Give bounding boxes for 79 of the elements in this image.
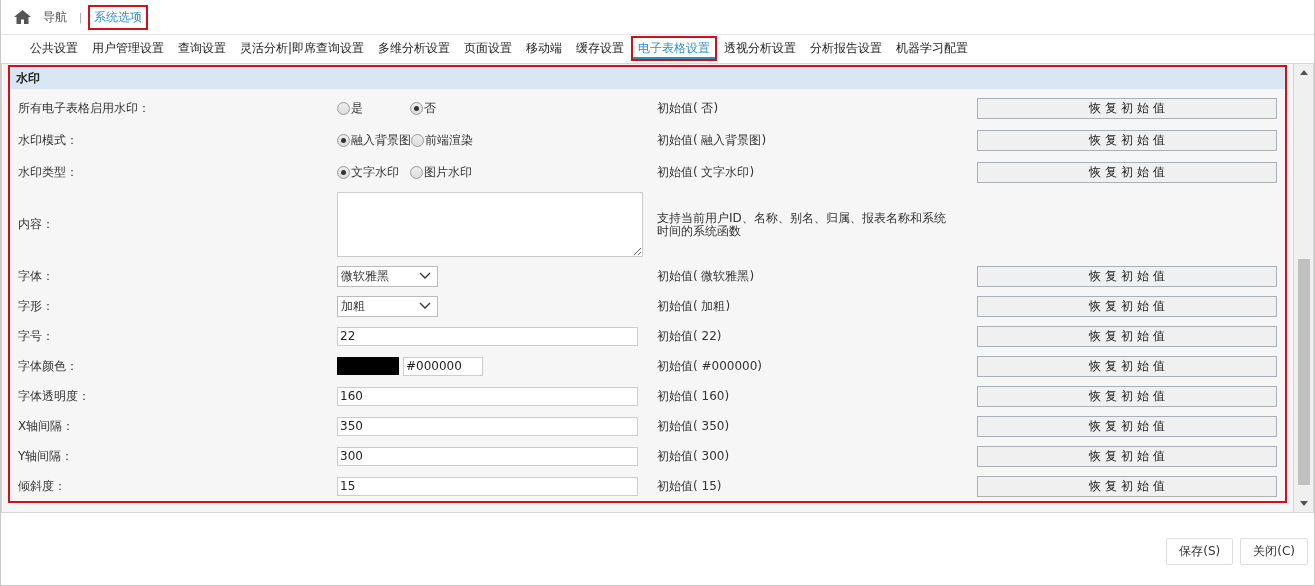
initial-value: 初始值( 文字水印): [656, 163, 756, 181]
restore-default-button[interactable]: 恢 复 初 始 值: [977, 415, 1277, 437]
radio-button[interactable]: [337, 133, 350, 147]
input-field[interactable]: 300: [337, 446, 638, 466]
option-label[interactable]: 前端渲染: [425, 131, 473, 149]
field-label: 字号：: [18, 327, 55, 345]
breadcrumb-separator: |: [79, 11, 83, 23]
restore-default-button[interactable]: 恢 复 初 始 值: [977, 355, 1277, 377]
field-label: 水印类型：: [18, 163, 79, 181]
color-input[interactable]: #000000: [403, 356, 483, 376]
initial-value: 初始值( 350): [656, 417, 731, 435]
field-label: Y轴间隔：: [18, 447, 75, 465]
settings-tab[interactable]: 透视分析设置: [717, 35, 804, 61]
option-label[interactable]: 图片水印: [424, 163, 472, 181]
initial-value: 初始值( #000000): [656, 357, 764, 375]
restore-default-button[interactable]: 恢 复 初 始 值: [977, 265, 1277, 287]
restore-default-button[interactable]: 恢 复 初 始 值: [977, 161, 1277, 183]
option-label[interactable]: 融入背景图: [351, 131, 411, 149]
settings-tab[interactable]: 查询设置: [171, 35, 233, 61]
chevron-down-icon: [419, 302, 431, 310]
settings-tab[interactable]: 移动端: [519, 35, 570, 61]
input-field[interactable]: 15: [337, 476, 638, 496]
initial-value: 初始值( 否): [656, 99, 720, 117]
option-label[interactable]: 文字水印: [351, 163, 399, 181]
restore-default-button[interactable]: 恢 复 初 始 值: [977, 129, 1277, 151]
radio-button[interactable]: [410, 101, 423, 115]
select-field[interactable]: 微软雅黑: [337, 265, 438, 287]
initial-value: 初始值( 融入背景图): [656, 131, 768, 149]
field-label: 字形：: [18, 297, 55, 315]
settings-tab[interactable]: 灵活分析|即席查询设置: [233, 35, 372, 61]
initial-value: 初始值( 加粗): [656, 297, 732, 315]
initial-value: 初始值( 22): [656, 327, 723, 345]
breadcrumb-link[interactable]: 导航: [37, 4, 73, 30]
radio-button[interactable]: [411, 133, 424, 147]
select-field[interactable]: 加粗: [337, 295, 438, 317]
field-label: 内容：: [18, 216, 55, 233]
option-label[interactable]: 否: [424, 99, 436, 117]
field-label: X轴间隔：: [18, 417, 76, 435]
initial-value: 初始值( 微软雅黑): [656, 267, 756, 285]
initial-value: 初始值( 160): [656, 387, 731, 405]
radio-button[interactable]: [410, 165, 423, 179]
field-label: 倾斜度：: [18, 477, 67, 495]
help-text: 支持当前用户ID、名称、别名、归属、报表名称和系统时间的系统函数: [656, 211, 947, 238]
settings-tab[interactable]: 电子表格设置: [631, 35, 718, 61]
settings-tab[interactable]: 缓存设置: [569, 35, 632, 61]
restore-default-button[interactable]: 恢 复 初 始 值: [977, 475, 1277, 497]
settings-tab[interactable]: 多维分析设置: [371, 35, 458, 61]
color-swatch[interactable]: [337, 357, 399, 375]
section-header: 水印: [10, 67, 1285, 89]
home-icon[interactable]: [14, 10, 31, 24]
field-label: 所有电子表格启用水印：: [18, 99, 151, 117]
option-label[interactable]: 是: [351, 99, 363, 117]
restore-default-button[interactable]: 恢 复 初 始 值: [977, 295, 1277, 317]
settings-tab[interactable]: 页面设置: [457, 35, 520, 61]
settings-tab[interactable]: 分析报告设置: [803, 35, 890, 61]
initial-value: 初始值( 15): [656, 477, 723, 495]
input-field[interactable]: 160: [337, 386, 638, 406]
restore-default-button[interactable]: 恢 复 初 始 值: [977, 385, 1277, 407]
input-field[interactable]: 22: [337, 326, 638, 346]
field-label: 字体：: [18, 267, 55, 285]
field-label: 水印模式：: [18, 131, 79, 149]
radio-button[interactable]: [337, 101, 350, 115]
initial-value: 初始值( 300): [656, 447, 731, 465]
breadcrumb-link[interactable]: 系统选项: [88, 4, 149, 30]
field-label: 字体透明度：: [18, 387, 91, 405]
radio-button[interactable]: [337, 165, 350, 179]
field-label: 字体颜色：: [18, 357, 79, 375]
chevron-down-icon: [419, 272, 431, 280]
footer-button[interactable]: 关闭(C): [1240, 538, 1308, 565]
scroll-down-icon[interactable]: [1299, 501, 1308, 506]
restore-default-button[interactable]: 恢 复 初 始 值: [977, 445, 1277, 467]
restore-default-button[interactable]: 恢 复 初 始 值: [977, 97, 1277, 119]
input-field[interactable]: 350: [337, 416, 638, 436]
restore-default-button[interactable]: 恢 复 初 始 值: [977, 325, 1277, 347]
footer-button[interactable]: 保存(S): [1166, 538, 1234, 565]
settings-tab[interactable]: 公共设置: [23, 35, 85, 61]
scroll-up-icon[interactable]: [1299, 70, 1308, 75]
settings-tab[interactable]: 机器学习配置: [889, 35, 976, 61]
settings-tab[interactable]: 用户管理设置: [85, 35, 171, 61]
